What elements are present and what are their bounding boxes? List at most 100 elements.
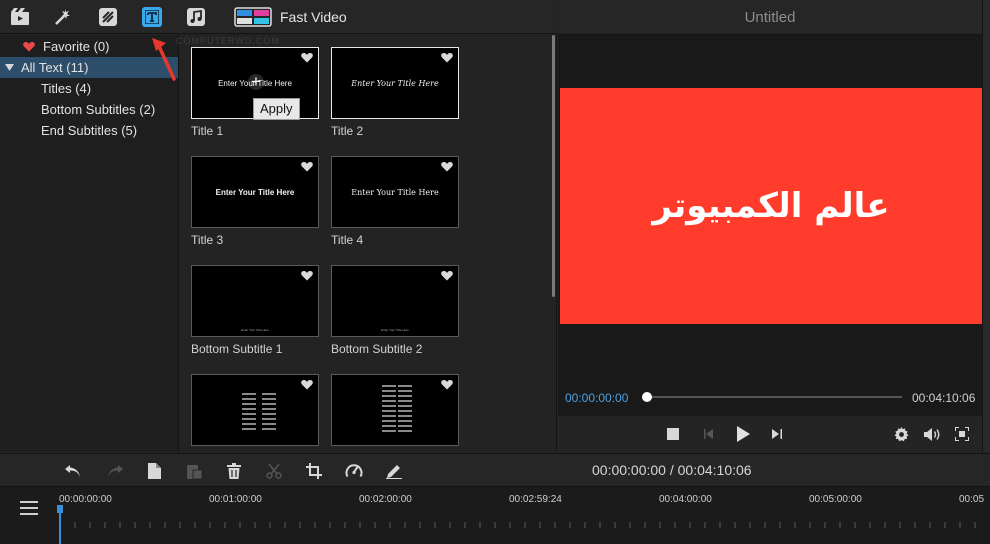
template-card-end-subtitle-2[interactable] [331,374,461,446]
credit-lines [398,385,412,435]
category-label: Favorite (0) [43,39,110,54]
template-thumbnail[interactable] [331,374,459,446]
template-card-title-2[interactable]: Enter Your Title Here Title 2 [331,47,461,138]
template-label: Title 3 [191,233,224,247]
effects-icon[interactable] [52,6,74,28]
template-label: Bottom Subtitle 2 [331,342,423,356]
template-thumbnail[interactable]: Enter Your Title Here [191,265,319,337]
transitions-icon[interactable] [97,6,119,28]
media-icon[interactable] [9,6,31,28]
heart-icon[interactable] [301,52,313,63]
heart-icon[interactable] [301,161,313,172]
tick-label: 00:01:00:00 [209,494,262,505]
video-frame: عالم الكمبيوتر [560,88,982,324]
template-label: Bottom Subtitle 1 [191,342,283,356]
top-toolbar: Fast Video [0,0,557,34]
hamburger-menu-icon[interactable] [20,501,38,515]
playhead[interactable] [57,505,63,544]
heart-icon[interactable] [441,52,453,63]
thumbnail-text: Enter Your Title Here [241,328,269,332]
fullscreen-icon[interactable] [954,426,970,442]
template-thumbnail[interactable] [191,374,319,446]
fast-video-icon [234,7,272,27]
ruler-ticks [60,522,976,528]
category-label: End Subtitles (5) [41,123,138,138]
copy-icon[interactable] [145,462,163,480]
template-card-bottom-subtitle-2[interactable]: Enter Your Title Here Bottom Subtitle 2 [331,265,461,356]
tick-label: 00:00:00:00 [59,494,112,505]
delete-icon[interactable] [225,462,243,480]
heart-icon[interactable] [441,379,453,390]
fast-video-button[interactable]: Fast Video [234,6,347,28]
preview-panel: Untitled عالم الكمبيوتر 00:00:00:00 00:0… [558,0,990,452]
category-bottom-subtitles[interactable]: Bottom Subtitles (2) [0,99,178,120]
tick-label: 00:02:00:00 [359,494,412,505]
stop-icon[interactable] [665,426,681,442]
tick-label: 00:04:00:00 [659,494,712,505]
template-card-title-1[interactable]: Enter Your Title Here + Title 1 [191,47,321,138]
template-card-title-3[interactable]: Enter Your Title Here Title 3 [191,156,321,247]
watermark: COMPUTERWD.COM [176,36,280,46]
template-thumbnail[interactable]: Enter Your Title Here [331,47,459,119]
paste-icon[interactable] [185,462,203,480]
grid-scrollbar[interactable] [552,35,555,297]
template-thumbnail[interactable]: Enter Your Title Here [331,156,459,228]
template-label: Title 1 [191,124,224,138]
template-label: Title 2 [331,124,364,138]
prev-frame-icon[interactable] [701,426,717,442]
video-overlay-text: عالم الكمبيوتر [652,186,890,226]
category-label: All Text (11) [21,60,89,75]
heart-icon[interactable] [301,379,313,390]
category-label: Titles (4) [41,81,92,96]
timeline-toolbar: 00:00:00:00 / 00:04:10:06 [0,453,990,486]
timeline-time-display: 00:00:00:00 / 00:04:10:06 [592,462,752,478]
scrub-handle[interactable] [642,392,652,402]
preview-edge [982,0,990,452]
heart-icon[interactable] [441,161,453,172]
redo-icon[interactable] [106,462,124,480]
tick-label: 00:02:59:24 [509,494,562,505]
thumbnail-text: Enter Your Title Here [381,328,409,332]
scrub-track[interactable] [646,396,902,398]
text-icon[interactable] [141,6,163,28]
category-end-subtitles[interactable]: End Subtitles (5) [0,120,178,141]
timeline-ruler[interactable]: 00:00:00:00 00:01:00:00 00:02:00:00 00:0… [0,486,990,544]
add-icon[interactable]: + [248,73,264,90]
heart-icon[interactable] [301,270,313,281]
music-icon[interactable] [185,6,207,28]
template-label: Title 4 [331,233,364,247]
split-icon[interactable] [265,462,283,480]
project-title: Untitled [558,0,982,35]
next-frame-icon[interactable] [769,426,785,442]
credit-lines [382,385,396,435]
preview-screen: عالم الكمبيوتر [558,35,982,417]
template-grid: Enter Your Title Here + Title 1 Enter Yo… [180,35,557,452]
category-panel: Favorite (0) All Text (11) Titles (4) Bo… [0,35,179,452]
thumbnail-text: Enter Your Title Here [215,188,295,197]
thumbnail-text: Enter Your Title Here [351,188,439,197]
undo-icon[interactable] [64,462,82,480]
category-label: Bottom Subtitles (2) [41,102,156,117]
fast-video-label: Fast Video [280,9,347,25]
triangle-down-icon [5,64,14,71]
volume-icon[interactable] [923,426,943,442]
crop-icon[interactable] [305,462,323,480]
total-time: 00:04:10:06 [912,391,976,405]
tick-label: 00:05:00:00 [809,494,862,505]
credit-lines [242,393,256,433]
tick-label: 00:05 [959,494,985,505]
settings-icon[interactable] [893,426,909,442]
edit-icon[interactable] [385,462,403,480]
current-time: 00:00:00:00 [565,391,629,405]
template-card-title-4[interactable]: Enter Your Title Here Title 4 [331,156,461,247]
thumbnail-text: Enter Your Title Here [351,79,439,88]
apply-tooltip[interactable]: Apply [253,98,300,120]
template-thumbnail[interactable]: Enter Your Title Here [191,156,319,228]
play-icon[interactable] [735,426,751,442]
heart-icon[interactable] [441,270,453,281]
template-card-end-subtitle-1[interactable] [191,374,321,446]
template-card-bottom-subtitle-1[interactable]: Enter Your Title Here Bottom Subtitle 1 [191,265,321,356]
template-thumbnail[interactable]: Enter Your Title Here [331,265,459,337]
speed-icon[interactable] [345,462,363,480]
annotation-arrow [152,38,176,81]
